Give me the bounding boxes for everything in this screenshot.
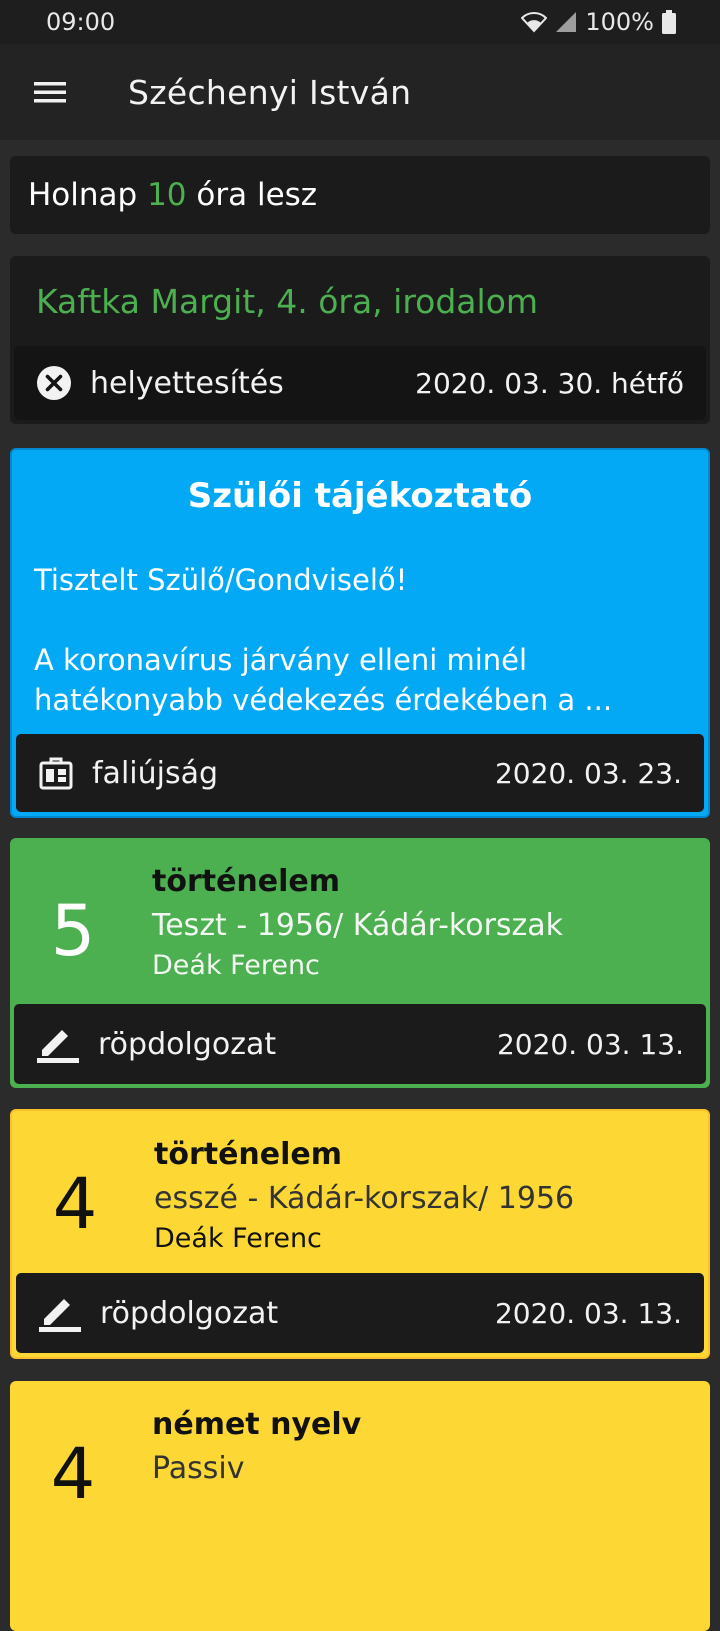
grade-subject: német nyelv [152, 1407, 362, 1442]
grade-value: 4 [50, 1433, 96, 1515]
substitution-date: 2020. 03. 30. hétfő [415, 366, 684, 400]
app-toolbar: Széchenyi István [0, 44, 720, 140]
grade-card[interactable]: 4 történelem esszé - Kádár-korszak/ 1956… [10, 1109, 710, 1359]
substitution-footer: helyettesítés 2020. 03. 30. hétfő [14, 346, 706, 420]
grade-footer: röpdolgozat 2020. 03. 13. [14, 1004, 706, 1084]
notice-footer: faliújság 2020. 03. 23. [16, 734, 704, 812]
wifi-icon [521, 11, 548, 33]
pencil-icon [36, 1024, 80, 1064]
grade-subject: történelem [152, 864, 341, 899]
tomorrow-lesson-count: 10 [147, 177, 187, 213]
close-circle-icon [36, 365, 72, 401]
grade-teacher: Deák Ferenc [152, 950, 320, 981]
grade-description: esszé - Kádár-korszak/ 1956 [154, 1181, 575, 1216]
notice-source: faliújság [92, 755, 219, 791]
bulletin-board-icon [38, 755, 74, 791]
grade-date: 2020. 03. 13. [496, 1027, 684, 1061]
grade-date: 2020. 03. 13. [494, 1296, 682, 1330]
tomorrow-suffix: óra lesz [196, 177, 318, 213]
status-icons: 100% [521, 8, 676, 36]
notice-date: 2020. 03. 23. [494, 756, 682, 790]
notice-excerpt: A koronavírus járvány elleni minél haték… [34, 643, 613, 717]
status-time: 09:00 [46, 8, 116, 36]
grade-description: Teszt - 1956/ Kádár-korszak [152, 908, 564, 943]
grade-description: Passiv [152, 1451, 245, 1486]
battery-level: 100% [585, 8, 654, 36]
notice-greeting: Tisztelt Szülő/Gondviselő! [34, 563, 408, 597]
grade-type: röpdolgozat [100, 1295, 279, 1331]
substitution-card[interactable]: Kaftka Margit, 4. óra, irodalom helyette… [10, 256, 710, 424]
grade-value: 4 [52, 1163, 98, 1245]
substitution-title: Kaftka Margit, 4. óra, irodalom [36, 282, 539, 321]
notice-title: Szülői tájékoztató [187, 476, 533, 516]
grade-card[interactable]: 5 történelem Teszt - 1956/ Kádár-korszak… [10, 838, 710, 1088]
grade-value: 5 [50, 890, 96, 972]
substitution-type: helyettesítés [90, 365, 284, 401]
grade-footer: röpdolgozat 2020. 03. 13. [16, 1273, 704, 1353]
status-bar: 09:00 100% [0, 0, 720, 44]
cellular-signal-icon [555, 11, 577, 33]
hamburger-menu-icon [34, 80, 66, 104]
grade-card[interactable]: 4 német nyelv Passiv [10, 1381, 710, 1631]
pencil-icon [38, 1293, 82, 1333]
menu-button[interactable] [0, 44, 100, 140]
grade-teacher: Deák Ferenc [154, 1223, 322, 1254]
grade-type: röpdolgozat [98, 1026, 277, 1062]
battery-icon [662, 10, 676, 34]
tomorrow-prefix: Holnap [28, 177, 138, 213]
notice-body: Tisztelt Szülő/Gondviselő! A koronavírus… [34, 560, 686, 720]
notice-card[interactable]: Szülői tájékoztató Tisztelt Szülő/Gondvi… [10, 448, 710, 818]
page-title: Széchenyi István [128, 72, 412, 112]
grade-subject: történelem [154, 1137, 343, 1172]
tomorrow-lessons-card[interactable]: Holnap 10 óra lesz [10, 156, 710, 234]
